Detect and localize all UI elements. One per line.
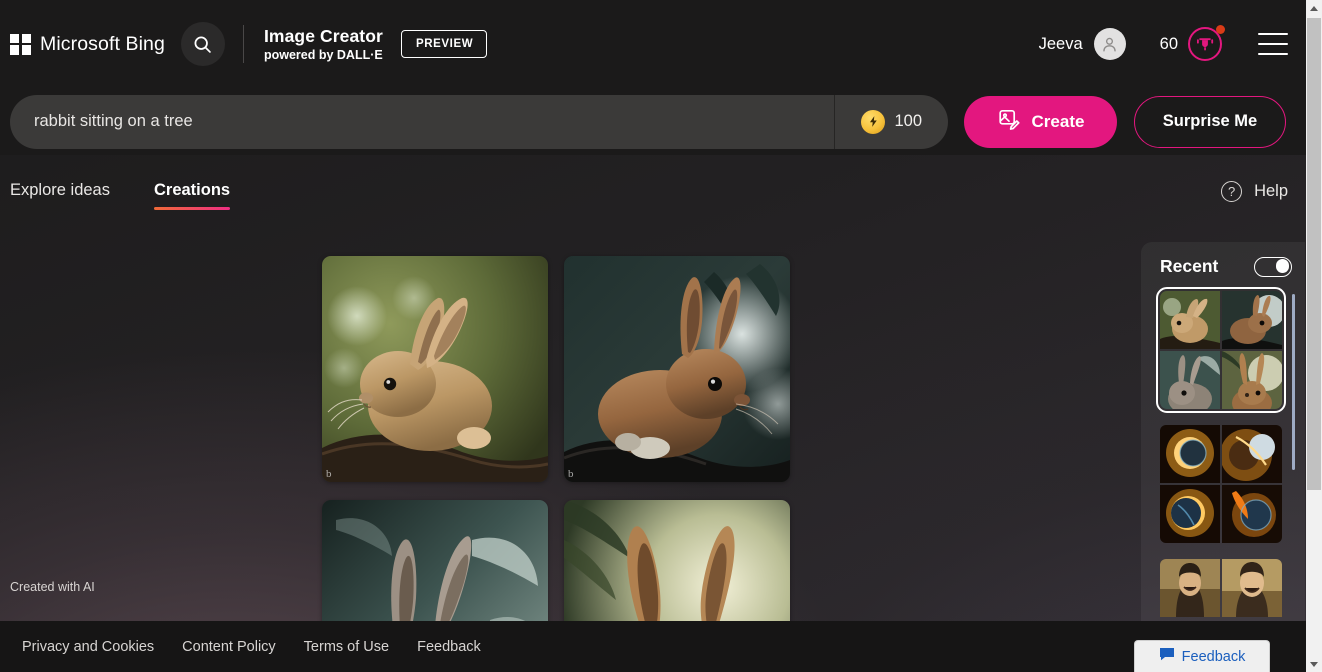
- header-divider: [243, 25, 244, 63]
- thumbnail: [1222, 351, 1282, 409]
- create-button[interactable]: Create: [964, 96, 1117, 148]
- thumbnail: [1222, 425, 1282, 483]
- creation-image-2[interactable]: b: [564, 256, 790, 482]
- thumbnail: [1160, 425, 1220, 483]
- thumbnail: [1222, 559, 1282, 617]
- help-link[interactable]: ? Help: [1221, 155, 1288, 202]
- recent-group-eclipse[interactable]: [1160, 425, 1282, 543]
- feedback-button[interactable]: Feedback: [1134, 640, 1270, 672]
- create-label: Create: [1032, 112, 1085, 132]
- image-creator-page: Microsoft Bing Image Creator powered by …: [0, 0, 1322, 672]
- thumbnail: [1160, 291, 1220, 349]
- created-with-ai-label: Created with AI: [10, 580, 95, 594]
- rewards-points: 60: [1160, 35, 1178, 54]
- search-icon[interactable]: [181, 22, 225, 66]
- user-name: Jeeva: [1039, 35, 1083, 54]
- help-label: Help: [1254, 182, 1288, 201]
- tab-explore-ideas[interactable]: Explore ideas: [10, 155, 110, 216]
- thumbnail: [1222, 485, 1282, 543]
- tab-label: Explore ideas: [10, 181, 110, 199]
- active-tab-indicator: [154, 207, 230, 211]
- tab-creations[interactable]: Creations: [154, 155, 230, 216]
- surprise-me-label: Surprise Me: [1163, 112, 1257, 131]
- brand-label: Microsoft Bing: [40, 33, 165, 56]
- tab-label: Creations: [154, 181, 230, 199]
- browser-scrollbar[interactable]: [1306, 0, 1322, 672]
- scroll-down-button[interactable]: [1306, 656, 1322, 672]
- product-title: Image Creator: [264, 26, 383, 46]
- boost-count: 100: [894, 112, 922, 131]
- scroll-up-button[interactable]: [1306, 0, 1322, 16]
- prompt-input[interactable]: [10, 95, 834, 149]
- prompt-bar: 100 Create Surprise Me: [0, 88, 1306, 155]
- footer-link-content-policy[interactable]: Content Policy: [182, 639, 276, 655]
- recent-title: Recent: [1160, 256, 1244, 277]
- footer-link-terms[interactable]: Terms of Use: [304, 639, 389, 655]
- product-subtitle: powered by DALL·E: [264, 47, 383, 63]
- top-header: Microsoft Bing Image Creator powered by …: [0, 0, 1306, 88]
- recent-toggle[interactable]: [1254, 257, 1292, 277]
- boost-counter[interactable]: 100: [835, 110, 948, 134]
- question-circle-icon: ?: [1221, 181, 1242, 202]
- header-right-cluster: Jeeva 60: [1039, 27, 1288, 61]
- scrollbar-thumb[interactable]: [1307, 18, 1321, 490]
- surprise-me-button[interactable]: Surprise Me: [1134, 96, 1286, 148]
- microsoft-bing-logo[interactable]: Microsoft Bing: [10, 33, 165, 56]
- thumbnail: [1222, 291, 1282, 349]
- notification-dot: [1216, 25, 1225, 34]
- boost-coin-icon: [861, 110, 885, 134]
- recent-panel: Recent: [1141, 242, 1305, 634]
- creation-image-1[interactable]: b: [322, 256, 548, 482]
- footer-link-privacy[interactable]: Privacy and Cookies: [22, 639, 154, 655]
- footer: Privacy and Cookies Content Policy Terms…: [0, 621, 1306, 672]
- preview-badge: PREVIEW: [401, 30, 487, 58]
- grid-row: b: [322, 256, 791, 482]
- feedback-label: Feedback: [1182, 649, 1246, 665]
- product-brand: Image Creator powered by DALL·E: [264, 26, 383, 63]
- speech-bubble-icon: [1159, 647, 1175, 666]
- image-edit-icon: [997, 107, 1021, 136]
- hamburger-menu-icon[interactable]: [1258, 33, 1288, 55]
- tabs-row: Explore ideas Creations ? Help: [0, 155, 1306, 222]
- thumbnail: [1160, 485, 1220, 543]
- footer-link-feedback[interactable]: Feedback: [417, 639, 481, 655]
- creations-grid: b: [322, 256, 791, 672]
- arrow-down-icon: [1310, 662, 1318, 667]
- thumbnail: [1160, 351, 1220, 409]
- page-body: Microsoft Bing Image Creator powered by …: [0, 0, 1306, 672]
- avatar[interactable]: [1094, 28, 1126, 60]
- recent-header: Recent: [1141, 242, 1305, 287]
- recent-scrollbar-thumb[interactable]: [1292, 294, 1295, 470]
- recent-group-rabbits[interactable]: [1160, 291, 1282, 409]
- recent-list[interactable]: [1141, 287, 1305, 634]
- content-area: b: [0, 222, 1306, 672]
- microsoft-logo-icon: [10, 34, 31, 55]
- rewards-trophy-icon[interactable]: [1188, 27, 1222, 61]
- arrow-up-icon: [1310, 6, 1318, 11]
- thumbnail: [1160, 559, 1220, 617]
- prompt-shell: 100: [10, 95, 948, 149]
